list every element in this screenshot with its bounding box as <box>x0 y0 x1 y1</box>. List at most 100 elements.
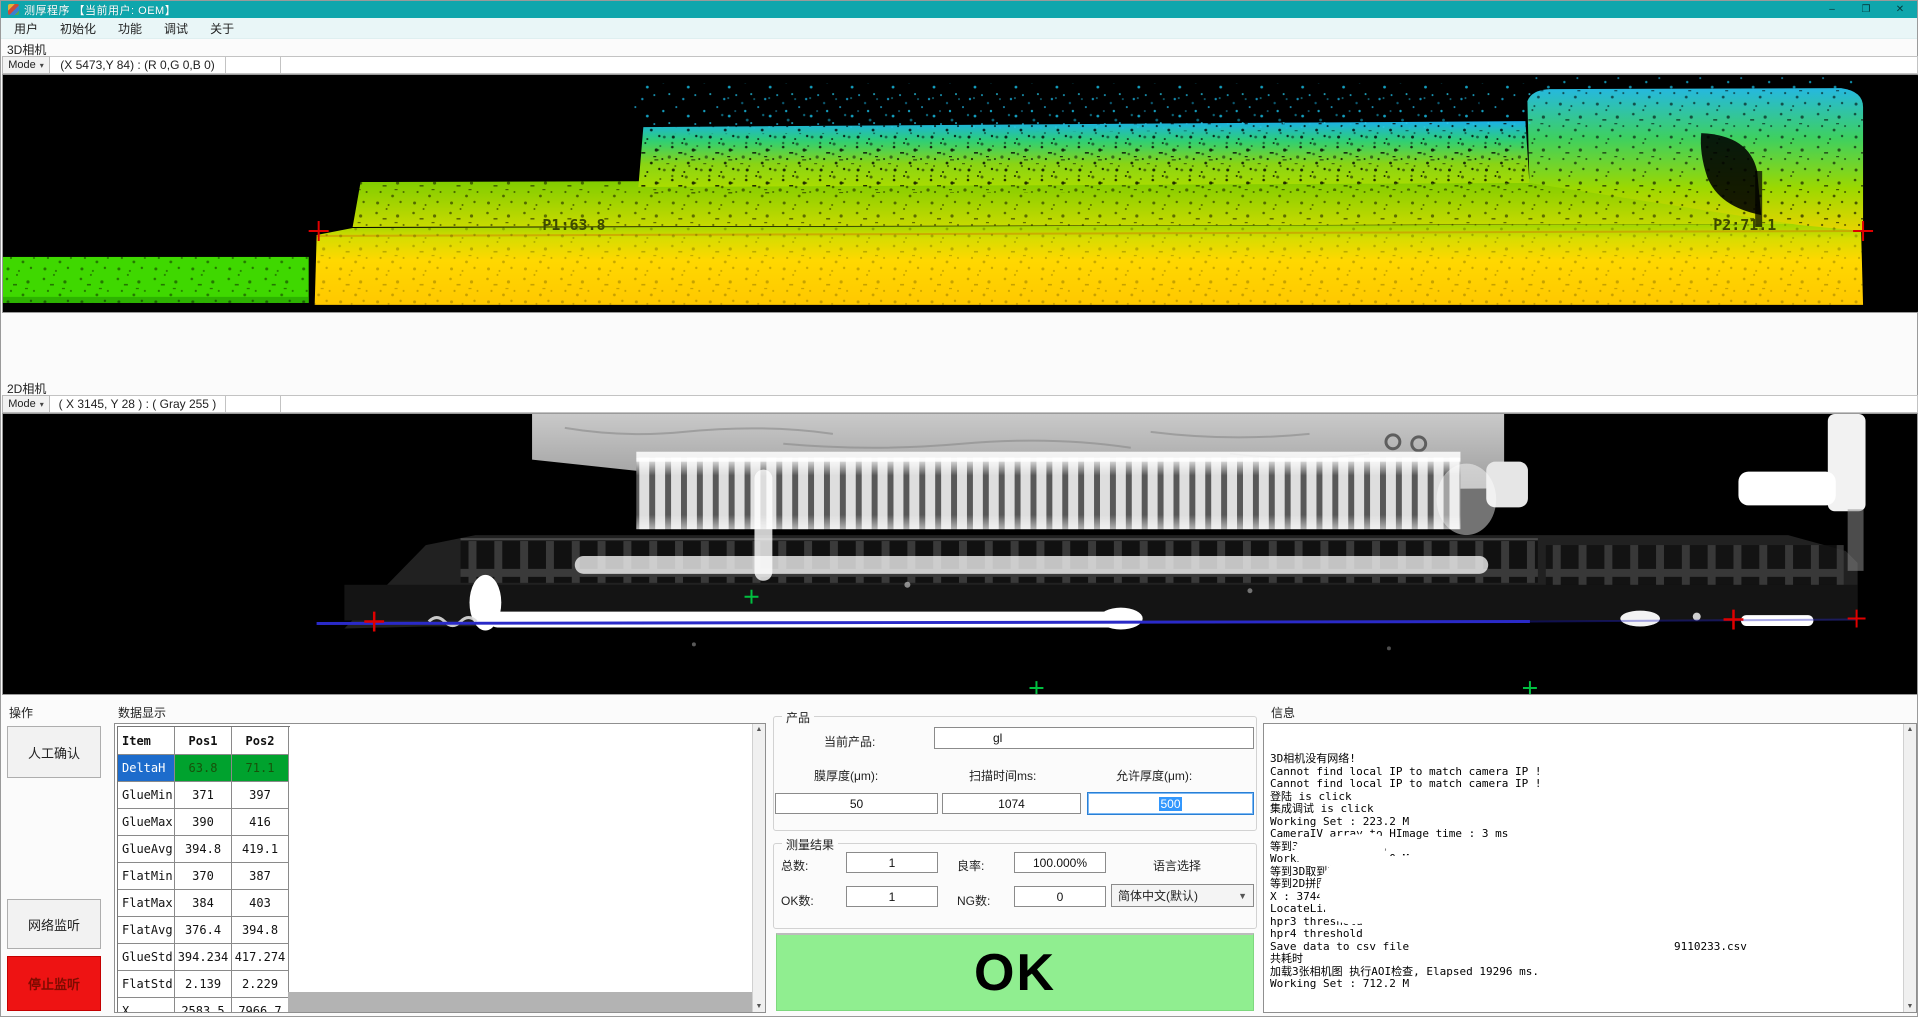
table-cell-pos1: 2.139 <box>175 971 232 998</box>
allowed-thickness-input[interactable]: 500 <box>1087 792 1254 815</box>
table-row[interactable]: GlueStd 394.234 417.274 <box>118 944 290 971</box>
language-select-dropdown[interactable]: 简体中文(默认) ▼ <box>1111 884 1254 907</box>
log-line: Cannot find local IP to match camera IP … <box>1270 778 1747 791</box>
table-cell-pos1: 394.8 <box>175 836 232 863</box>
ok-count-value: 1 <box>846 886 938 907</box>
menu-bar: 用户初始化功能调试关于 <box>1 18 1917 39</box>
data-display-panel: Item Pos1 Pos2 DeltaH 63.8 71.1 GlueMin … <box>114 723 766 1013</box>
chevron-down-icon: ▾ <box>40 61 44 70</box>
table-header-row: Item Pos1 Pos2 <box>118 727 290 755</box>
table-row[interactable]: GlueMax 390 416 <box>118 809 290 836</box>
table-cell-pos2: 2.229 <box>232 971 289 998</box>
table-row[interactable]: FlatAvg 376.4 394.8 <box>118 917 290 944</box>
table-cell-pos2: 387 <box>232 863 289 890</box>
scroll-up-icon[interactable]: ▲ <box>1904 726 1916 733</box>
log-line: 集成调试 is click <box>1270 803 1747 816</box>
camera2d-view[interactable] <box>2 413 1918 695</box>
camera2d-label: 2D相机 <box>7 380 46 395</box>
chevron-down-icon: ▾ <box>40 400 44 409</box>
app-icon <box>8 4 19 15</box>
allowed-thickness-label: 允许厚度(μm): <box>1116 767 1192 784</box>
ng-count-label: NG数: <box>957 892 990 909</box>
data-display-label: 数据显示 <box>118 704 166 721</box>
table-cell-item: FlatMin <box>118 863 175 890</box>
close-button[interactable]: ✕ <box>1883 1 1917 18</box>
table-scrollbar[interactable]: ▲ ▼ <box>752 724 765 1012</box>
menu-item[interactable]: 用户 <box>3 18 49 39</box>
language-select-label: 语言选择 <box>1153 857 1201 874</box>
product-label: 产品 <box>782 709 814 726</box>
heightmap-left-strip <box>3 257 309 303</box>
scroll-down-icon[interactable]: ▼ <box>753 1003 765 1010</box>
heightmap-top-deck <box>638 121 1542 194</box>
ok-count-label: OK数: <box>781 892 814 909</box>
camera2d-mode-button[interactable]: Mode ▾ <box>2 395 50 413</box>
camera3d-status-segment <box>281 56 1918 74</box>
camera3d-status-segment <box>226 56 281 74</box>
table-cell-pos1: 2583.5 <box>175 998 232 1013</box>
minimize-button[interactable]: – <box>1815 1 1849 18</box>
result-label: 测量结果 <box>782 836 838 853</box>
camera3d-label: 3D相机 <box>7 41 46 56</box>
table-cell-item: DeltaH <box>118 755 175 782</box>
stop-listen-button[interactable]: 停止监听 <box>7 956 101 1011</box>
table-cell-item: FlatAvg <box>118 917 175 944</box>
table-cell-pos2: 71.1 <box>232 755 289 782</box>
camera3d-toolbar: Mode ▾ (X 5473,Y 84) : (R 0,G 0,B 0) <box>2 56 1918 74</box>
info-log-panel: 3D相机没有网络! Cannot find local IP to match c… <box>1263 723 1917 1013</box>
camera3d-mode-button[interactable]: Mode ▾ <box>2 56 50 74</box>
camera2d-toolbar: Mode ▾ ( X 3145, Y 28 ) : ( Gray 255 ) <box>2 395 1918 413</box>
table-cell-item: FlatStd <box>118 971 175 998</box>
camera2d-pixel-status: ( X 3145, Y 28 ) : ( Gray 255 ) <box>50 395 226 413</box>
table-row[interactable]: FlatStd 2.139 2.229 <box>118 971 290 998</box>
table-row[interactable]: FlatMin 370 387 <box>118 863 290 890</box>
table-cell-item: X <box>118 998 175 1013</box>
camera2d-status-segment <box>281 395 1918 413</box>
table-cell-pos1: 63.8 <box>175 755 232 782</box>
operation-label: 操作 <box>9 704 33 721</box>
result-status-box: OK <box>776 933 1254 1011</box>
yield-value: 100.000% <box>1014 852 1106 873</box>
table-cell-item: GlueAvg <box>118 836 175 863</box>
log-line: 3D相机没有网络! <box>1270 753 1747 766</box>
table-row[interactable]: DeltaH 63.8 71.1 <box>118 755 290 782</box>
camera3d-view[interactable]: P1:63.8 P2:71.1 <box>2 74 1918 313</box>
app-window: 测厚程序 【当前用户: OEM】 – ❐ ✕ 用户初始化功能调试关于 3D相机 … <box>0 0 1918 1017</box>
log-line: Working Set : 712.2 M <box>1270 978 1747 991</box>
menu-item[interactable]: 初始化 <box>49 18 107 39</box>
menu-item[interactable]: 功能 <box>107 18 153 39</box>
p1-measurement-label: P1:63.8 <box>542 216 605 234</box>
table-cell-pos2: 7966.7 <box>232 998 289 1013</box>
table-row[interactable]: GlueAvg 394.8 419.1 <box>118 836 290 863</box>
camera2d-status-segment <box>226 395 281 413</box>
column-header: Pos2 <box>232 727 289 755</box>
info-scrollbar[interactable]: ▲ ▼ <box>1903 724 1916 1012</box>
table-cell-pos2: 403 <box>232 890 289 917</box>
heightmap-slab <box>315 224 1863 305</box>
camera3d-pixel-status: (X 5473,Y 84) : (R 0,G 0,B 0) <box>50 56 226 74</box>
scroll-down-icon[interactable]: ▼ <box>1904 1003 1916 1010</box>
menu-item[interactable]: 调试 <box>153 18 199 39</box>
table-cell-item: GlueStd <box>118 944 175 971</box>
maximize-button[interactable]: ❐ <box>1849 1 1883 18</box>
camera2d-mode-label: Mode <box>8 398 36 410</box>
column-header: Item <box>118 727 175 755</box>
film-thickness-input[interactable]: 50 <box>775 793 938 814</box>
log-line: hpr4 threshold <box>1270 928 1747 941</box>
title-bar: 测厚程序 【当前用户: OEM】 – ❐ ✕ <box>1 1 1917 18</box>
network-listen-button[interactable]: 网络监听 <box>7 899 101 949</box>
result-status-text: OK <box>974 943 1056 1003</box>
scan-time-input[interactable]: 1074 <box>942 793 1081 814</box>
table-row[interactable]: GlueMin 371 397 <box>118 782 290 809</box>
table-row[interactable]: FlatMax 384 403 <box>118 890 290 917</box>
table-cell-pos1: 370 <box>175 863 232 890</box>
table-row[interactable]: X 2583.5 7966.7 <box>118 998 290 1013</box>
scroll-up-icon[interactable]: ▲ <box>753 726 765 733</box>
table-cell-pos1: 371 <box>175 782 232 809</box>
table-cell-pos2: 416 <box>232 809 289 836</box>
menu-item[interactable]: 关于 <box>199 18 245 39</box>
camera2d-image <box>3 414 1918 694</box>
manual-confirm-button[interactable]: 人工确认 <box>7 726 101 778</box>
table-cell-pos2: 417.274 <box>232 944 289 971</box>
redaction-blob <box>939 730 991 746</box>
